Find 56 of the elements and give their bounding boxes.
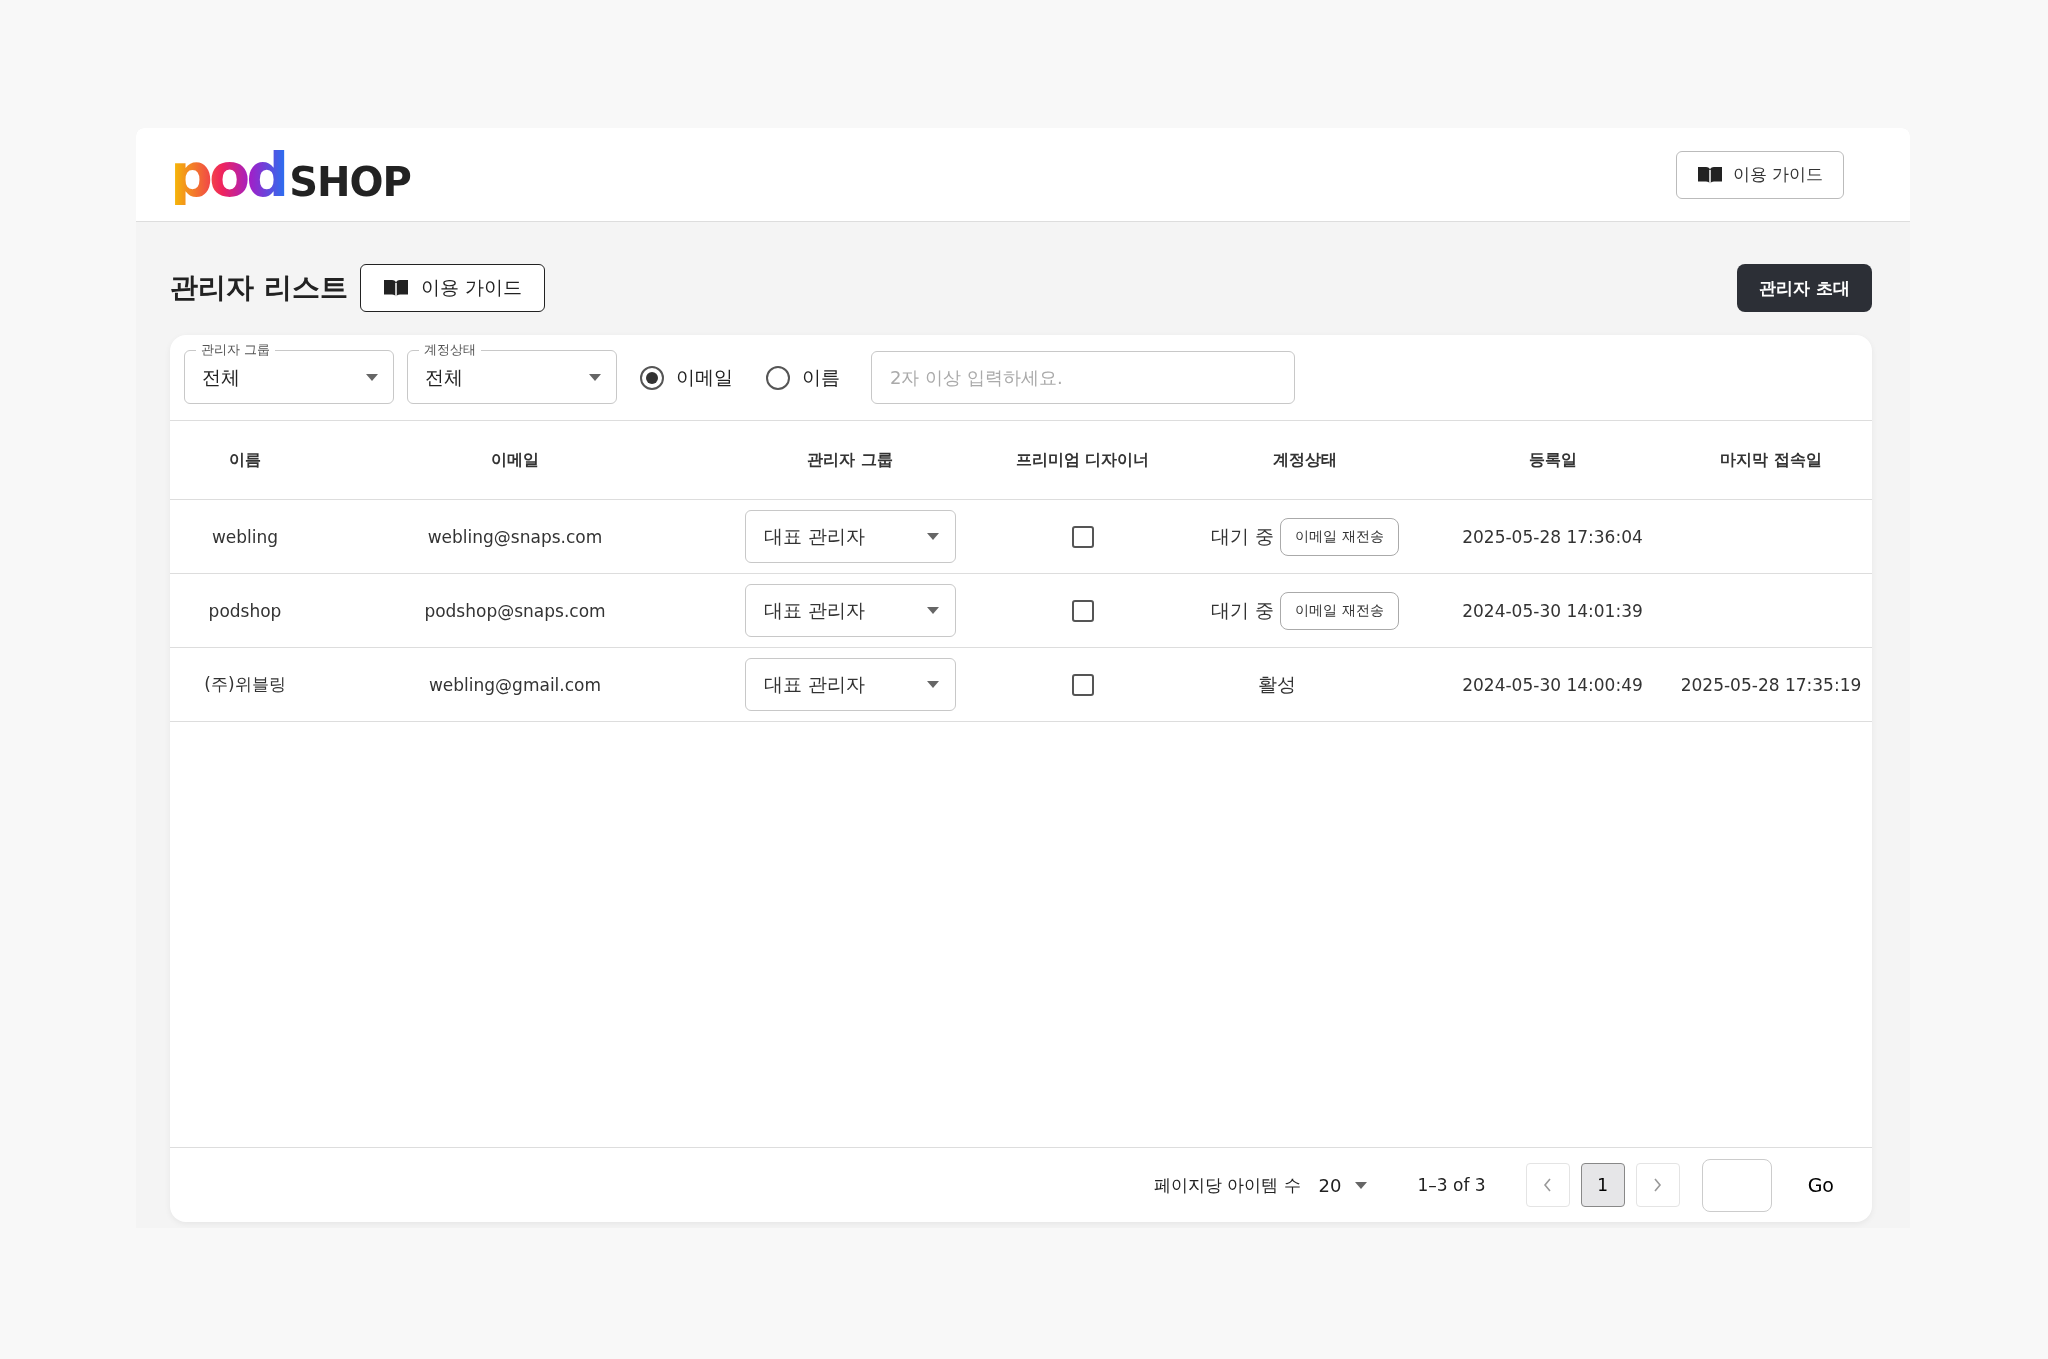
radio-label: 이름 bbox=[802, 364, 840, 390]
column-header: 등록일 bbox=[1527, 448, 1578, 471]
search-field[interactable]: 2자 이상 입력하세요. bbox=[871, 351, 1295, 404]
checkbox[interactable] bbox=[1071, 673, 1094, 696]
page-title: 관리자 리스트 bbox=[170, 270, 348, 306]
table-cell: podshop bbox=[208, 600, 282, 621]
group-select[interactable]: 대표 관리자 bbox=[744, 658, 956, 711]
status-text: 활성 bbox=[1257, 671, 1297, 697]
table-cell: podshop@snaps.com bbox=[424, 600, 606, 621]
table-cell: 2025-05-28 17:36:04 bbox=[1462, 526, 1643, 547]
guide-button[interactable]: 이용 가이드 bbox=[1675, 150, 1844, 199]
invite-admin-button[interactable]: 관리자 초대 bbox=[1737, 264, 1872, 312]
caret-icon bbox=[589, 374, 601, 381]
group-select[interactable]: 대표 관리자 bbox=[744, 584, 956, 637]
caret-icon bbox=[926, 533, 939, 540]
guide-button[interactable]: 이용 가이드 bbox=[359, 264, 545, 312]
status-text: 대기 중 bbox=[1211, 523, 1275, 549]
chevron-right-icon bbox=[1653, 1178, 1663, 1192]
table-cell: 2025-05-28 17:35:19 bbox=[1680, 674, 1862, 695]
table-cell: 2024-05-30 14:01:39 bbox=[1462, 600, 1643, 621]
status-text: 대기 중 bbox=[1211, 597, 1275, 623]
per-page-label: 페이지당 아이템 수 bbox=[1153, 1173, 1301, 1197]
column-header: 관리자 그룹 bbox=[806, 448, 894, 471]
table-cell: webling@snaps.com bbox=[427, 526, 603, 547]
per-page-select[interactable]: 20 bbox=[1318, 1174, 1368, 1196]
radio-button[interactable] bbox=[766, 365, 790, 390]
column-header: 이메일 bbox=[490, 448, 540, 471]
table-cell: 2024-05-30 14:00:49 bbox=[1462, 674, 1643, 695]
checkbox[interactable] bbox=[1071, 525, 1094, 548]
caret-icon bbox=[1355, 1181, 1368, 1189]
page-number-field[interactable] bbox=[1701, 1158, 1772, 1212]
book-icon bbox=[1696, 164, 1723, 185]
caret-icon bbox=[926, 681, 939, 688]
caret-icon bbox=[926, 607, 939, 614]
select-field[interactable]: 계정상태 전체 bbox=[407, 342, 617, 404]
group-select[interactable]: 대표 관리자 bbox=[744, 510, 956, 563]
logo-text: SHOP bbox=[289, 158, 411, 205]
resend-email-button[interactable]: 이메일 재전송 bbox=[1280, 591, 1399, 630]
table-cell: webling@gmail.com bbox=[428, 674, 602, 695]
go-button[interactable]: Go bbox=[1801, 1174, 1840, 1196]
page-range: 1–3 of 3 bbox=[1417, 1175, 1486, 1195]
book-icon bbox=[382, 278, 409, 298]
column-header: 마지막 접속일 bbox=[1719, 448, 1823, 471]
column-header: 이름 bbox=[228, 448, 262, 471]
resend-email-button[interactable]: 이메일 재전송 bbox=[1280, 517, 1399, 556]
radio-label: 이메일 bbox=[676, 364, 733, 390]
select-field[interactable]: 관리자 그룹 전체 bbox=[184, 342, 394, 404]
table-cell: webling bbox=[211, 526, 279, 547]
chevron-left-icon bbox=[1543, 1178, 1553, 1192]
table-cell: (주)위블링 bbox=[204, 673, 286, 696]
column-header: 프리미엄 디자이너 bbox=[1014, 448, 1151, 471]
column-header: 계정상태 bbox=[1272, 448, 1338, 471]
checkbox[interactable] bbox=[1071, 599, 1094, 622]
caret-icon bbox=[366, 374, 378, 381]
page-button[interactable]: 1 bbox=[1580, 1163, 1625, 1207]
radio-button[interactable] bbox=[640, 365, 664, 390]
